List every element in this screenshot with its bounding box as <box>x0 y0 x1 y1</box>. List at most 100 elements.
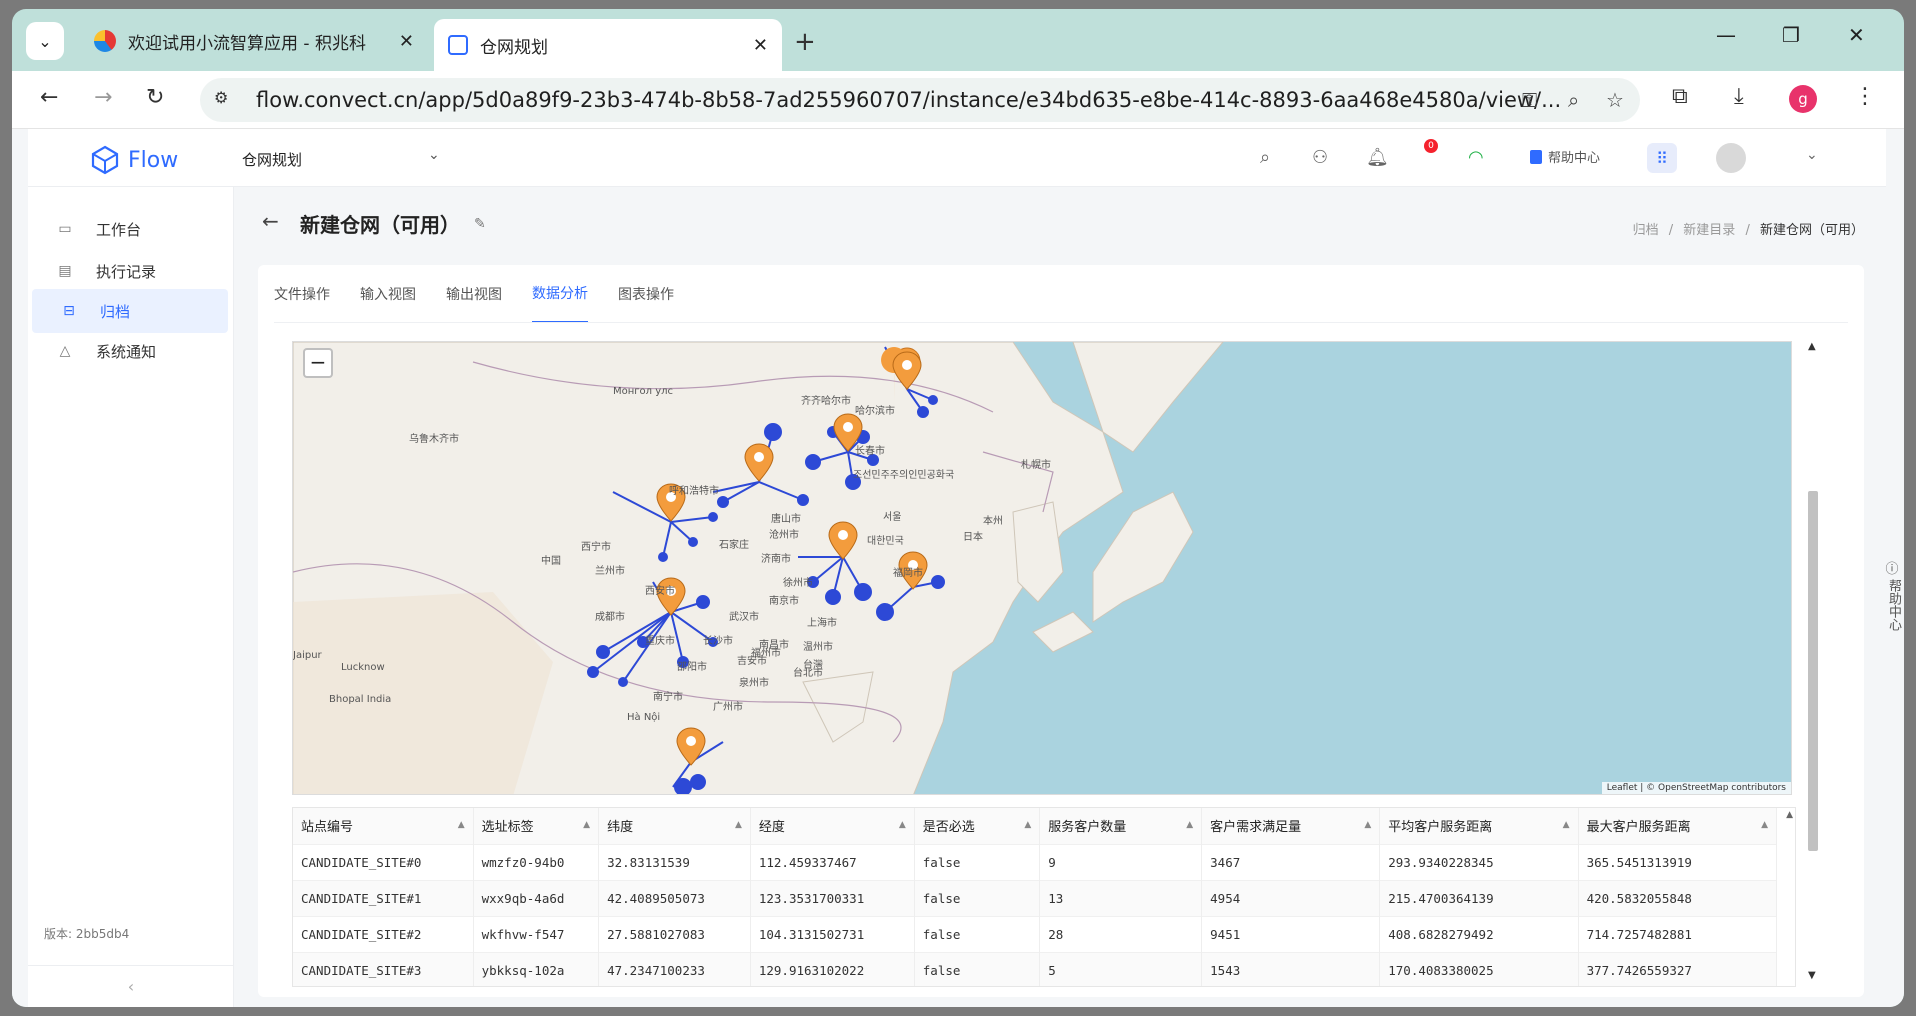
map-label: 日本 <box>963 532 983 543</box>
map-label: 조선민주주의인민공화국 <box>853 470 955 481</box>
map-label: Bhopal India <box>329 694 392 705</box>
extensions-icon[interactable]: ⧉ <box>1672 84 1688 109</box>
data-table: 站点编号 ▲ 选址标签 ▲ 纬度 ▲ 经度 ▲ 是否必选 ▲ 服务客户数量 ▲ 客户需求满足… <box>293 808 1778 986</box>
minimize-icon[interactable]: — <box>1716 23 1736 47</box>
breadcrumb: 归档 / 新建目录 / 新建仓网（可用） <box>1632 223 1864 238</box>
tab-search-button[interactable]: ⌄ <box>26 22 64 60</box>
tab-welcome[interactable]: 欢迎试用小流智算应用 - 积兆科 ✕ <box>80 19 428 63</box>
map-label: 温州市 <box>803 642 833 653</box>
bell-icon: △ <box>59 343 71 359</box>
browser-toolbar: ← → ↻ ⚙ flow.convect.cn/app/5d0a89f9-23b… <box>12 71 1904 129</box>
user-avatar[interactable] <box>1716 143 1746 173</box>
map-label: 台灣 <box>803 660 823 671</box>
table-row[interactable]: CANDIDATE_SITE#2 wkfhvw-f547 27.5881027083… <box>293 915 1778 952</box>
app-logo[interactable]: Flow <box>90 145 178 175</box>
network-map[interactable]: Монгол улс 乌鲁木齐市 齐齐哈尔市 哈尔滨市 长春市 札幌市 呼和浩特… <box>292 341 1792 795</box>
column-header[interactable]: 是否必选 ▲ <box>914 808 1041 844</box>
site-info-icon[interactable]: ⚙ <box>214 88 240 112</box>
map-label: Монгол улс <box>613 386 674 397</box>
scrollbar-thumb[interactable] <box>1808 491 1818 851</box>
back-icon[interactable]: ← <box>40 85 58 110</box>
scroll-down-icon[interactable]: ▼ <box>1808 970 1816 981</box>
help-center-button[interactable]: 帮助中心 <box>1530 147 1600 166</box>
map-attribution[interactable]: Leaflet | © OpenStreetMap contributors <box>1601 782 1791 794</box>
content-card: 文件操作 输入视图 输出视图 数据分析 图表操作 Монгол улс 乌鲁木齐… <box>258 265 1864 997</box>
column-header[interactable]: 选址标签 ▲ <box>473 808 600 844</box>
tab-output-view[interactable]: 输出视图 <box>446 265 502 323</box>
tabs-divider <box>274 322 1848 323</box>
tab-input-view[interactable]: 输入视图 <box>360 265 416 323</box>
close-icon[interactable]: ✕ <box>399 31 414 52</box>
zoom-icon[interactable]: ⌕ <box>1568 88 1579 112</box>
map-label: 齐齐哈尔市 <box>801 396 851 407</box>
new-tab-button[interactable]: + <box>794 27 816 57</box>
table-row[interactable]: CANDIDATE_SITE#3 ybkksq-102a 47.2347100233… <box>293 951 1778 986</box>
search-icon[interactable]: ⌕ <box>1260 147 1270 168</box>
tab-data-analysis[interactable]: 数据分析 <box>532 265 588 323</box>
column-header[interactable]: 最大客户服务距离 ▲ <box>1578 808 1778 844</box>
close-icon[interactable]: ✕ <box>753 35 768 56</box>
sidebar-item-records[interactable]: ▤ 执行记录 <box>28 249 228 293</box>
breadcrumb-item[interactable]: 新建目录 <box>1683 223 1735 238</box>
tab-chart-ops[interactable]: 图表操作 <box>618 265 674 323</box>
more-menu-icon[interactable]: ⋮ <box>1854 84 1876 109</box>
tab-file-ops[interactable]: 文件操作 <box>274 265 330 323</box>
clipboard-icon: ▤ <box>58 263 72 279</box>
apps-grid-icon[interactable]: ⠿ <box>1647 143 1677 173</box>
table-row[interactable]: CANDIDATE_SITE#1 wxx9qb-4a6d 42.4089505073… <box>293 879 1778 916</box>
tab-strip: ⌄ 欢迎试用小流智算应用 - 积兆科 ✕ 仓网规划 ✕ + — ❐ ✕ <box>12 9 1904 71</box>
sort-icon: ▲ <box>1562 820 1570 830</box>
view-tabs: 文件操作 输入视图 输出视图 数据分析 图表操作 <box>274 265 674 323</box>
content-scrollbar[interactable]: ▲ ▼ <box>1806 341 1820 981</box>
chevron-down-icon[interactable]: ⌄ <box>1806 147 1818 163</box>
map-label: 徐州市 <box>783 578 813 589</box>
bookmark-star-icon[interactable]: ☆ <box>1606 88 1624 112</box>
table-scroll-up-icon[interactable]: ▲ <box>1786 810 1793 820</box>
map-label: 广州市 <box>713 702 743 713</box>
column-header[interactable]: 服务客户数量 ▲ <box>1039 808 1203 844</box>
sidebar-item-notifications[interactable]: △ 系统通知 <box>28 329 228 373</box>
floating-help-tab[interactable]: ⓘ 帮助中心 <box>1884 561 1901 637</box>
collapse-sidebar-icon[interactable]: ‹ <box>28 965 234 1007</box>
sidebar-item-archive[interactable]: ⊟ 归档 <box>32 289 228 333</box>
column-header[interactable]: 纬度 ▲ <box>598 808 751 844</box>
chevron-down-icon[interactable]: ⌄ <box>428 147 440 163</box>
robot-icon[interactable]: ⚇ <box>1312 147 1328 168</box>
tab-title: 欢迎试用小流智算应用 - 积兆科 <box>128 33 366 54</box>
reload-icon[interactable]: ↻ <box>146 85 164 110</box>
sidebar-item-dashboard[interactable]: ▭ 工作台 <box>28 207 228 251</box>
map-label: 唐山市 <box>771 514 801 525</box>
table-row[interactable]: CANDIDATE_SITE#0 wmzfz0-94b0 32.83131539 11… <box>293 843 1778 880</box>
column-header[interactable]: 客户需求满足量 ▲ <box>1201 808 1381 844</box>
map-label: 西安市 <box>645 586 675 597</box>
map-label: 成都市 <box>595 612 625 623</box>
map-label: 重庆市 <box>645 636 675 647</box>
sidebar-item-label: 工作台 <box>96 220 142 239</box>
project-select[interactable]: 仓网规划 <box>242 149 302 170</box>
column-header[interactable]: 平均客户服务距离 ▲ <box>1379 808 1579 844</box>
back-arrow-icon[interactable]: ← <box>262 209 279 233</box>
sort-icon: ▲ <box>457 820 465 830</box>
zoom-out-button[interactable]: − <box>303 348 333 378</box>
restore-icon[interactable]: ❐ <box>1782 23 1800 47</box>
tab-warehouse-planning[interactable]: 仓网规划 ✕ <box>434 19 782 71</box>
forward-icon[interactable]: → <box>94 85 112 110</box>
address-bar[interactable]: ⚙ flow.convect.cn/app/5d0a89f9-23b3-474b… <box>200 78 1640 122</box>
bell-icon[interactable]: 🔔︎ <box>1366 147 1389 168</box>
profile-avatar[interactable]: g <box>1789 85 1817 113</box>
scroll-up-icon[interactable]: ▲ <box>1808 341 1816 352</box>
window-close-icon[interactable]: ✕ <box>1848 23 1865 47</box>
column-header[interactable]: 经度 ▲ <box>750 808 915 844</box>
url-text[interactable]: flow.convect.cn/app/5d0a89f9-23b3-474b-8… <box>256 88 1561 112</box>
map-label: 福岡市 <box>893 568 923 579</box>
download-icon[interactable]: ⤓ <box>1734 84 1744 109</box>
edit-pencil-icon[interactable]: ✎ <box>474 216 486 232</box>
app-root: Flow 仓网规划 ⌄ ⌕ ⚇ 🔔︎ 0 ◠ 帮助中心 ⠿ ⌄ ▭ 工作台 ▤ <box>12 129 1904 1007</box>
breadcrumb-item[interactable]: 归档 <box>1633 223 1659 238</box>
site-markers[interactable] <box>293 342 1792 795</box>
column-header[interactable]: 站点编号 ▲ <box>293 808 474 844</box>
version-label: 版本: 2bb5db4 <box>44 927 130 941</box>
key-icon[interactable]: ⚿ <box>1522 88 1537 112</box>
sidebar-item-label: 归档 <box>100 302 131 321</box>
sidebar-item-label: 执行记录 <box>96 262 157 281</box>
